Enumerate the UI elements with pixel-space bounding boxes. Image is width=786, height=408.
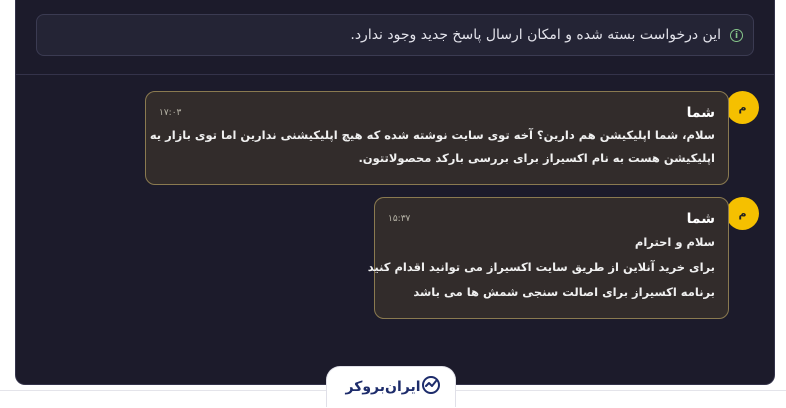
avatar: م [726, 91, 759, 124]
info-icon: i [730, 28, 743, 42]
avatar: م [726, 197, 759, 230]
message-bubble: شما ۱۷:۰۳ سلام، شما اپلیکیشن هم دارین؟ آ… [145, 91, 729, 185]
message-bubble: شما ۱۵:۳۷ سلام و احترام برای خرید آنلاین… [367, 197, 729, 319]
notice-text: این درخواست بسته شده و امکان ارسال پاسخ … [350, 27, 721, 43]
closed-notice: i این درخواست بسته شده و امکان ارسال پاس… [36, 14, 754, 56]
message-line: سلام و احترام [634, 235, 715, 249]
sender-name: شما [686, 105, 715, 121]
ticket-panel: i این درخواست بسته شده و امکان ارسال پاس… [15, 0, 775, 385]
message-line: سلام، شما اپلیکیشن هم دارین؟ آخه توی سای… [149, 128, 715, 142]
message-time: ۱۵:۳۷ [388, 214, 411, 224]
divider [16, 74, 774, 75]
logo-text: ایران‌بروکر [345, 379, 421, 395]
message-line: اپلیکیشن هست به نام اکسیراز برای بررسی ب… [358, 151, 715, 165]
message-line: برای خرید آنلاین از طریق سایت اکسیراز می… [367, 260, 715, 274]
sender-name: شما [686, 211, 715, 227]
message-line: برنامه اکسیراز برای اصالت سنجی شمش ها می… [413, 285, 715, 299]
message-time: ۱۷:۰۳ [159, 108, 182, 118]
chart-check-icon [421, 375, 441, 399]
brand-logo[interactable]: ایران‌بروکر [326, 366, 456, 407]
